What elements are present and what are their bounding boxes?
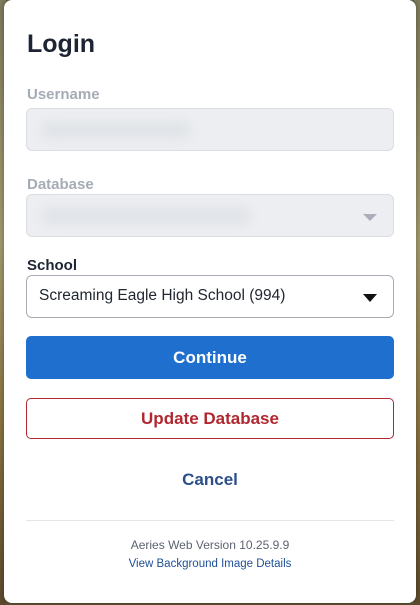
- login-card: Login Username Database School Screaming…: [4, 0, 416, 603]
- username-label: Username: [27, 86, 100, 103]
- footer-divider: [26, 520, 394, 521]
- school-select-value: Screaming Eagle High School (994): [39, 287, 286, 304]
- school-select[interactable]: Screaming Eagle High School (994): [26, 275, 394, 318]
- version-text: Aeries Web Version 10.25.9.9: [130, 538, 290, 552]
- username-field: [26, 108, 394, 151]
- update-database-button[interactable]: Update Database: [26, 398, 394, 439]
- cancel-link[interactable]: Cancel: [26, 470, 394, 490]
- chevron-down-icon: [363, 214, 377, 221]
- school-label: School: [27, 257, 78, 274]
- continue-button[interactable]: Continue: [26, 336, 394, 379]
- page-title: Login: [27, 30, 96, 58]
- database-redacted-value: [41, 207, 251, 225]
- background-image-details-link[interactable]: View Background Image Details: [4, 558, 416, 570]
- database-label: Database: [27, 176, 94, 193]
- chevron-down-icon: [363, 294, 377, 302]
- database-select: [26, 194, 394, 237]
- username-redacted-value: [41, 121, 191, 139]
